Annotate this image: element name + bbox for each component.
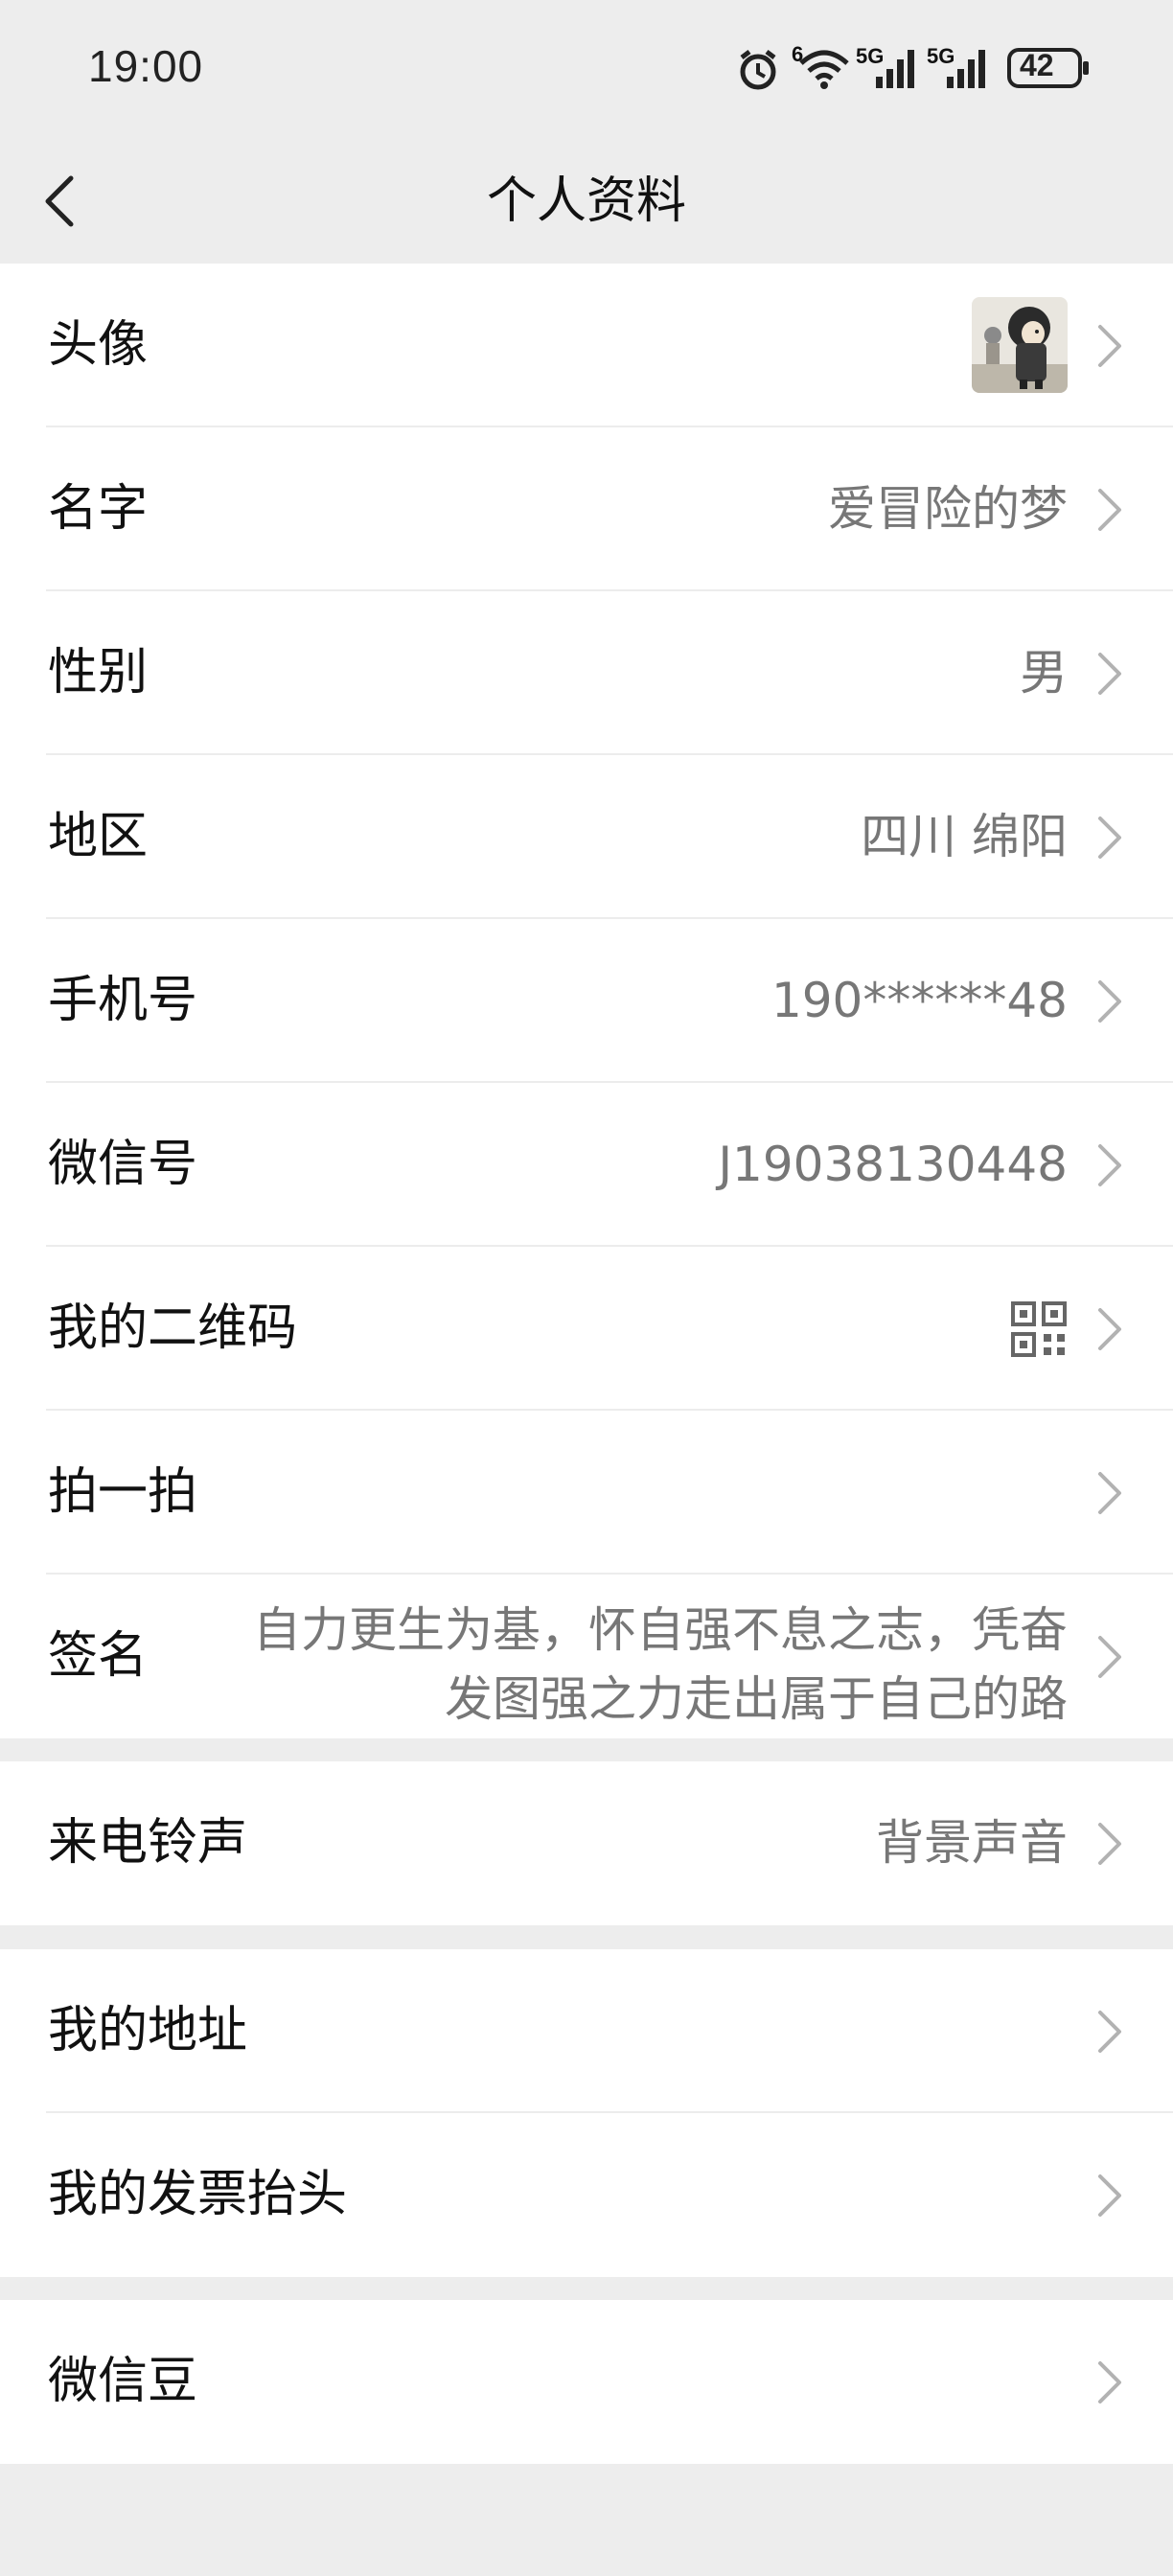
beans-label: 微信豆	[48, 2353, 198, 2410]
signal-icon	[947, 50, 985, 88]
chevron-right-icon	[1098, 1308, 1121, 1350]
chevron-right-icon	[1098, 980, 1121, 1023]
alarm-icon	[740, 50, 776, 90]
ringtone-group: 来电铃声 背景声音	[0, 1761, 1173, 1925]
signature-line-1: 自力更生为基，怀自强不息之志，凭奋	[253, 1602, 1068, 1658]
phone-row[interactable]: 手机号 190******48	[0, 919, 1173, 1083]
invoice-label: 我的发票抬头	[48, 2166, 348, 2223]
wechat-id-value: J19038130448	[718, 1137, 1068, 1192]
beans-group: 微信豆	[0, 2300, 1173, 2464]
qrcode-label: 我的二维码	[48, 1300, 298, 1357]
battery-level: 42	[1020, 48, 1054, 82]
ringtone-value: 背景声音	[876, 1815, 1068, 1871]
qrcode-row[interactable]: 我的二维码	[0, 1247, 1173, 1411]
phone-value: 190******48	[770, 973, 1068, 1028]
address-group: 我的地址 我的发票抬头	[0, 1949, 1173, 2277]
chevron-right-icon	[1098, 489, 1121, 531]
chevron-right-icon	[1098, 2011, 1121, 2053]
avatar	[972, 297, 1068, 393]
signal-icon	[876, 50, 914, 88]
invoice-row[interactable]: 我的发票抬头	[0, 2113, 1173, 2277]
chevron-right-icon	[1098, 1636, 1121, 1678]
chevron-right-icon	[1098, 325, 1121, 367]
signature-row[interactable]: 签名 自力更生为基，怀自强不息之志，凭奋 发图强之力走出属于自己的路	[0, 1575, 1173, 1738]
region-label: 地区	[48, 808, 149, 865]
chevron-right-icon	[1098, 1823, 1121, 1865]
status-bar: 19:00 6 5G 5G 42	[0, 0, 1173, 144]
gender-value: 男	[1020, 645, 1068, 701]
signature-line-2: 发图强之力走出属于自己的路	[445, 1671, 1068, 1727]
avatar-label: 头像	[48, 316, 149, 374]
pat-label: 拍一拍	[48, 1463, 198, 1521]
wechat-id-row[interactable]: 微信号 J19038130448	[0, 1083, 1173, 1247]
address-label: 我的地址	[48, 2002, 248, 2059]
qr-code-icon	[1011, 1301, 1067, 1357]
region-value: 四川 绵阳	[861, 809, 1068, 864]
ringtone-label: 来电铃声	[48, 1814, 248, 1872]
region-row[interactable]: 地区 四川 绵阳	[0, 755, 1173, 919]
wechat-id-label: 微信号	[48, 1136, 198, 1193]
chevron-right-icon	[1098, 1472, 1121, 1514]
profile-group: 头像 名字 爱冒险的梦 性别 男 地区 四川 绵阳 手机号 190******4…	[0, 264, 1173, 1738]
wifi-icon	[799, 50, 849, 89]
signature-label: 签名	[48, 1627, 149, 1685]
page-title: 个人资料	[486, 172, 686, 230]
name-label: 名字	[48, 480, 149, 538]
pat-row[interactable]: 拍一拍	[0, 1411, 1173, 1575]
phone-label: 手机号	[48, 972, 198, 1029]
status-time: 19:00	[88, 41, 204, 91]
name-value: 爱冒险的梦	[828, 481, 1068, 537]
address-row[interactable]: 我的地址	[0, 1949, 1173, 2113]
chevron-right-icon	[1098, 653, 1121, 695]
name-row[interactable]: 名字 爱冒险的梦	[0, 427, 1173, 591]
chevron-right-icon	[1098, 1144, 1121, 1186]
nav-bar: 个人资料	[0, 144, 1173, 264]
signature-value: 自力更生为基，怀自强不息之志，凭奋 发图强之力走出属于自己的路	[205, 1596, 1068, 1734]
ringtone-row[interactable]: 来电铃声 背景声音	[0, 1761, 1173, 1925]
chevron-right-icon	[1098, 816, 1121, 859]
chevron-right-icon	[1098, 2174, 1121, 2217]
gender-row[interactable]: 性别 男	[0, 591, 1173, 755]
gender-label: 性别	[48, 644, 149, 702]
beans-row[interactable]: 微信豆	[0, 2300, 1173, 2464]
avatar-row[interactable]: 头像	[0, 264, 1173, 427]
chevron-right-icon	[1098, 2361, 1121, 2404]
